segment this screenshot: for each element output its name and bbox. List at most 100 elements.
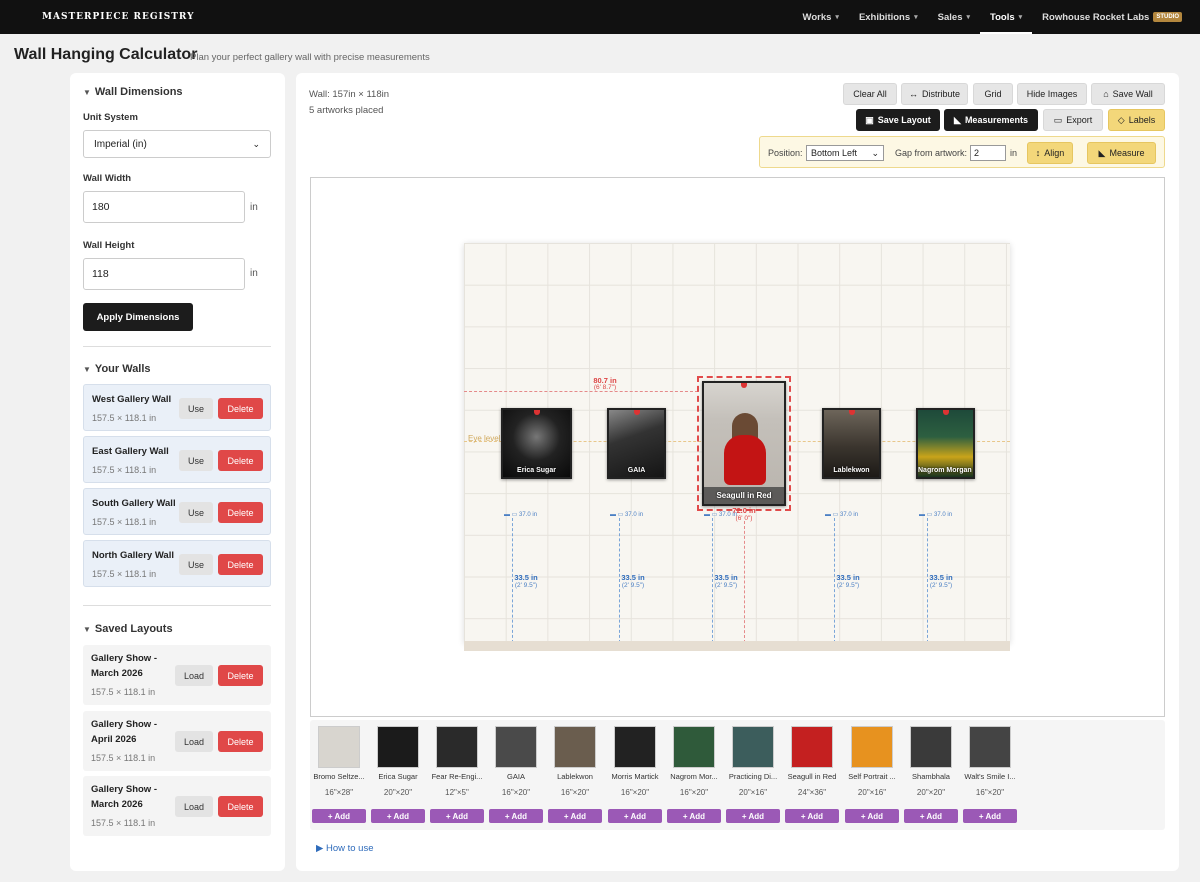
wall-canvas[interactable]: Eye level 80.7 in (6' 8.7") Erica Sugar …: [310, 177, 1165, 717]
delete-wall-button[interactable]: Delete: [218, 398, 263, 419]
tray-item-size: 16"×20": [620, 788, 650, 797]
tray-item-size: 20"×16": [738, 788, 768, 797]
artwork-nagrom-morgan[interactable]: Nagrom Morgan Monochrome: [916, 408, 975, 479]
delete-layout-button[interactable]: Delete: [218, 796, 263, 817]
artwork-gaia[interactable]: GAIA: [607, 408, 666, 479]
artwork-thumbnail[interactable]: [910, 726, 952, 768]
section-heading: Wall Dimensions: [94, 86, 183, 98]
artwork-label: Erica Sugar: [517, 467, 556, 474]
nav-item-sales[interactable]: Sales ▾: [928, 0, 980, 34]
artwork-thumbnail[interactable]: [673, 726, 715, 768]
delete-wall-button[interactable]: Delete: [218, 502, 263, 523]
gap-input[interactable]: 2: [970, 145, 1006, 161]
export-button[interactable]: ▭ Export: [1043, 109, 1103, 131]
labels-button[interactable]: ◇ Labels: [1108, 109, 1165, 131]
hanging-hook-icon: [533, 410, 540, 415]
wall-height-input[interactable]: 118: [83, 258, 245, 290]
artwork-lablekwon[interactable]: Lablekwon: [822, 408, 881, 479]
artwork-thumbnail[interactable]: [377, 726, 419, 768]
position-select[interactable]: Bottom Left ⌄: [806, 145, 884, 161]
use-wall-button[interactable]: Use: [179, 450, 213, 471]
tag-icon: ◇: [1117, 114, 1125, 125]
tray-item: Practicing Di... 20"×16" + Add: [724, 720, 782, 823]
unit-system-select[interactable]: Imperial (in) ⌄: [83, 130, 271, 158]
nav-item-works[interactable]: Works ▾: [793, 0, 849, 34]
saved-layouts-toggle[interactable]: ▼ Saved Layouts: [83, 623, 173, 635]
artwork-thumbnail[interactable]: [851, 726, 893, 768]
measurements-button[interactable]: ◣ Measurements: [944, 109, 1038, 131]
nav-item-studio[interactable]: Rowhouse Rocket Labs STUDIO: [1032, 0, 1192, 34]
hide-images-button[interactable]: Hide Images: [1017, 83, 1087, 105]
position-label: Position:: [768, 148, 803, 158]
artwork-thumbnail[interactable]: [554, 726, 596, 768]
section-heading: Your Walls: [94, 363, 151, 375]
wall-card: North Gallery Wall 157.5 × 118.1 in Use …: [83, 540, 271, 587]
add-artwork-button[interactable]: + Add: [667, 809, 721, 823]
wall-dimensions-toggle[interactable]: ▼ Wall Dimensions: [83, 86, 183, 98]
divider: [83, 346, 271, 347]
load-layout-button[interactable]: Load: [175, 796, 213, 817]
selected-height-measure: 72.0 in: [732, 506, 756, 515]
artwork-thumbnail[interactable]: [436, 726, 478, 768]
add-artwork-button[interactable]: + Add: [726, 809, 780, 823]
add-artwork-button[interactable]: + Add: [963, 809, 1017, 823]
align-button[interactable]: ↕ Align: [1027, 142, 1073, 164]
clear-all-button[interactable]: Clear All: [843, 83, 897, 105]
distribute-button[interactable]: ↔ Distribute: [901, 83, 968, 105]
use-wall-button[interactable]: Use: [179, 502, 213, 523]
use-wall-button[interactable]: Use: [179, 398, 213, 419]
tray-item-size: 16"×20": [560, 788, 590, 797]
wall-surface[interactable]: Eye level 80.7 in (6' 8.7") Erica Sugar …: [464, 243, 1010, 643]
floor-distance-sub: (2' 9.5"): [836, 582, 860, 589]
artwork-erica-sugar[interactable]: Erica Sugar: [501, 408, 572, 479]
artwork-label: Nagrom Morgan Monochrome: [918, 467, 973, 474]
add-artwork-button[interactable]: + Add: [548, 809, 602, 823]
save-layout-button[interactable]: ▣ Save Layout: [856, 109, 940, 131]
artwork-label: Seagull in Red: [704, 487, 784, 504]
wall-height-label: Wall Height: [83, 240, 135, 251]
artwork-thumbnail[interactable]: [318, 726, 360, 768]
delete-wall-button[interactable]: Delete: [218, 554, 263, 575]
add-artwork-button[interactable]: + Add: [371, 809, 425, 823]
delete-layout-button[interactable]: Delete: [218, 665, 263, 686]
artwork-thumbnail[interactable]: [969, 726, 1011, 768]
add-artwork-button[interactable]: + Add: [430, 809, 484, 823]
measure-button[interactable]: ◣ Measure: [1087, 142, 1156, 164]
add-artwork-button[interactable]: + Add: [489, 809, 543, 823]
nav-item-exhibitions[interactable]: Exhibitions ▾: [849, 0, 928, 34]
button-label: Save Layout: [877, 115, 931, 125]
how-to-use-toggle[interactable]: ▶ How to use: [316, 843, 373, 854]
tray-item: Morris Martick 16"×20" + Add: [606, 720, 664, 823]
grid-button[interactable]: Grid: [973, 83, 1013, 105]
artwork-seagull-in-red[interactable]: Seagull in Red: [702, 381, 786, 506]
artwork-thumbnail[interactable]: [791, 726, 833, 768]
add-artwork-button[interactable]: + Add: [785, 809, 839, 823]
add-artwork-button[interactable]: + Add: [312, 809, 366, 823]
add-artwork-button[interactable]: + Add: [904, 809, 958, 823]
brand-logo[interactable]: MASTERPIECE REGISTRY: [42, 12, 195, 22]
your-walls-toggle[interactable]: ▼ Your Walls: [83, 363, 151, 375]
artwork-thumbnail[interactable]: [495, 726, 537, 768]
apply-dimensions-button[interactable]: Apply Dimensions: [83, 303, 193, 331]
section-heading: Saved Layouts: [94, 623, 173, 635]
hanging-hook-icon: [942, 410, 949, 415]
layout-name: Gallery Show - April 2026: [91, 717, 157, 747]
add-artwork-button[interactable]: + Add: [845, 809, 899, 823]
artwork-thumbnail[interactable]: [614, 726, 656, 768]
wall-width-input[interactable]: 180: [83, 191, 245, 223]
save-wall-button[interactable]: ⌂ Save Wall: [1091, 83, 1165, 105]
nav-item-tools[interactable]: Tools ▾: [980, 0, 1033, 34]
tray-item-name: Nagrom Mor...: [670, 772, 718, 781]
artwork-thumbnail[interactable]: [732, 726, 774, 768]
load-layout-button[interactable]: Load: [175, 665, 213, 686]
add-artwork-button[interactable]: + Add: [608, 809, 662, 823]
delete-layout-button[interactable]: Delete: [218, 731, 263, 752]
tray-item-size: 16"×28": [324, 788, 354, 797]
top-height-measure-sub: (6' 8.7"): [593, 384, 617, 391]
page-title: Wall Hanging Calculator: [14, 46, 198, 63]
load-layout-button[interactable]: Load: [175, 731, 213, 752]
use-wall-button[interactable]: Use: [179, 554, 213, 575]
delete-wall-button[interactable]: Delete: [218, 450, 263, 471]
wall-name: East Gallery Wall: [92, 446, 169, 457]
floor-distance-sub: (2' 9.5"): [621, 582, 645, 589]
